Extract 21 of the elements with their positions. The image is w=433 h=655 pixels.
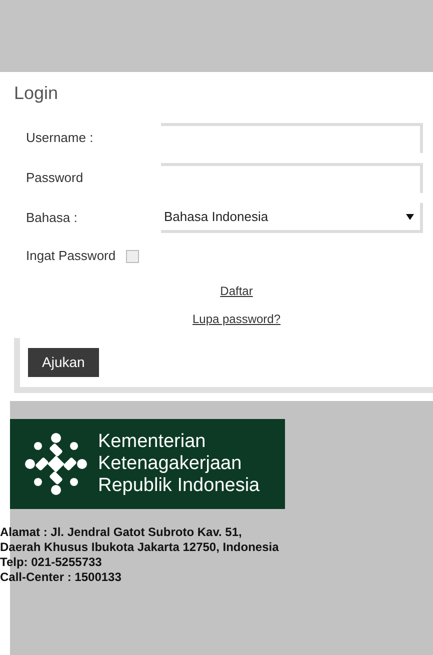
remember-checkbox[interactable] [126, 250, 139, 262]
login-title: Login [13, 82, 60, 105]
field-label: Ingat Password [26, 247, 116, 266]
dropdown-arrow-icon [406, 214, 414, 220]
address-line: Alamat : Jl. Jendral Gatot Subroto Kav. 51, [0, 525, 243, 540]
field-label: Bahasa : [26, 209, 78, 228]
logo-text: Ketenagakerjaan [98, 453, 243, 475]
language-select[interactable]: Bahasa Indonesia [161, 203, 423, 233]
address-line: Daerah Khusus Ibukota Jakarta 12750, Indonesia [0, 540, 280, 555]
text-link[interactable]: Lupa password? [192, 310, 281, 328]
input-field[interactable] [161, 163, 423, 193]
submit-button[interactable]: Ajukan [28, 348, 99, 377]
field-label: Password [26, 169, 84, 188]
address-line: Telp: 021-5255733 [0, 555, 103, 570]
input-field[interactable] [161, 123, 423, 153]
field-label: Username : [26, 129, 94, 148]
address-line: Call-Center : 1500133 [0, 570, 122, 585]
text-link[interactable]: Daftar [220, 282, 253, 300]
logo-emblem-icon [24, 432, 88, 496]
logo-text: Kementerian [98, 431, 207, 453]
logo-text: Republik Indonesia [98, 475, 260, 497]
